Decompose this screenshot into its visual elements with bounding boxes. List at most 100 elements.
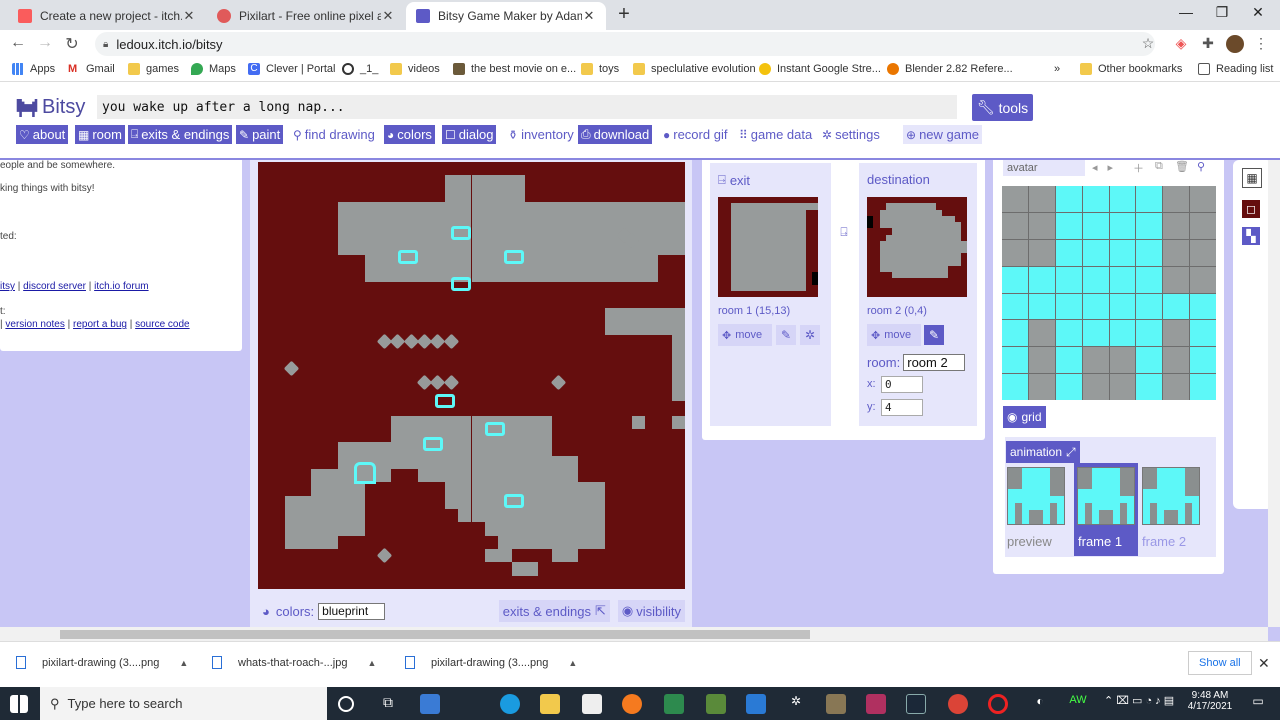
link-bitsy[interactable]: itsy [0,281,15,292]
paint-pixel[interactable] [1190,212,1216,239]
back-icon[interactable]: ← [8,34,28,52]
tool-download[interactable]: ⎙ download [578,125,653,144]
paint-pixel[interactable] [1028,239,1055,266]
bookmark-apps[interactable]: Apps [12,63,55,75]
paint-pixel[interactable] [1190,293,1216,320]
paint-pixel[interactable] [1136,266,1163,293]
bookmark-evolution[interactable]: speclulative evolution [633,63,756,75]
exits-endings-link[interactable]: exits & endings ⇱ [498,600,610,622]
paint-pixel[interactable] [1082,239,1109,266]
visibility-button[interactable]: ◉ visibility [617,600,685,622]
extension-icon[interactable]: ◈ [1172,35,1190,53]
destination-room-thumbnail[interactable] [867,197,967,297]
url-bar[interactable]: 🔒︎ ledoux.itch.io/bitsy [95,32,1155,56]
paint-pixel[interactable] [1055,347,1082,374]
bookmarks-more[interactable]: » [1054,63,1060,75]
chevron-up-icon[interactable]: ▲ [568,658,577,668]
drawing-name-input[interactable]: avatar [1003,160,1085,176]
paint-pixel[interactable] [1109,320,1136,347]
paint-pixel[interactable] [1082,374,1109,400]
file-explorer-icon[interactable] [540,694,560,714]
app-icon[interactable] [664,694,684,714]
show-all-button[interactable]: Show all [1188,651,1252,675]
app-icon[interactable] [420,694,440,714]
paint-pixel[interactable] [1082,347,1109,374]
swap-exit-icon[interactable]: ⍈ [834,222,854,242]
notification-icon[interactable]: ▭ [1248,694,1268,714]
bookmark-maps[interactable]: Maps [191,63,236,75]
minimize-icon[interactable]: — [1176,4,1196,20]
paint-pixel[interactable] [1109,212,1136,239]
paint-pixel[interactable] [1028,212,1055,239]
new-tab-button[interactable]: + [614,3,634,26]
tool-find-drawing[interactable]: ⚲ find drawing [290,125,378,144]
app-icon[interactable] [826,694,846,714]
frame-1[interactable] [1077,467,1135,525]
tab-pixilart[interactable]: Pixilart - Free online pixel art dra ✕ [207,2,405,30]
paint-canvas[interactable] [1002,186,1216,400]
paint-pixel[interactable] [1109,186,1136,212]
paint-pixel[interactable] [1002,320,1028,347]
paint-pixel[interactable] [1028,320,1055,347]
tool-about[interactable]: ♡ about [16,125,69,144]
duplicate-icon[interactable]: ⧉ [1155,160,1163,173]
paint-pixel[interactable] [1082,266,1109,293]
minecraft-icon[interactable] [706,694,726,714]
bookmark-1[interactable]: _1_ [342,63,378,75]
paint-pixel[interactable] [1136,347,1163,374]
paint-pixel[interactable] [1082,212,1109,239]
paint-pixel[interactable] [1136,186,1163,212]
tools-button[interactable]: 🔧︎ tools [972,94,1033,121]
tile-tool-icon[interactable]: ◻ [1242,200,1260,218]
exit-room-thumbnail[interactable] [718,197,818,297]
paint-pixel[interactable] [1136,212,1163,239]
tool-paint[interactable]: ✎ paint [236,125,284,144]
paint-pixel[interactable] [1190,374,1216,400]
paint-pixel[interactable] [1109,239,1136,266]
link-source-code[interactable]: source code [135,319,189,330]
bookmark-toys[interactable]: toys [581,63,619,75]
paint-pixel[interactable] [1055,293,1082,320]
tab-itch[interactable]: Create a new project - itch.io ✕ [8,2,206,30]
grid-toggle[interactable]: ◉ grid [1003,406,1046,428]
reading-list[interactable]: Reading list [1198,63,1273,75]
horizontal-scroll-thumb[interactable] [60,630,810,639]
exit-effect-icon[interactable]: ✲ [800,325,820,345]
paint-pixel[interactable] [1163,266,1190,293]
paint-pixel[interactable] [1002,186,1028,212]
palette-select[interactable]: blueprint [318,602,386,620]
mail-icon[interactable] [746,694,766,714]
star-icon[interactable]: ☆ [1139,35,1157,53]
new-game-button[interactable]: ⊕ new game [903,125,983,144]
puzzle-icon[interactable]: ✚ [1199,35,1217,53]
link-version-notes[interactable]: version notes [5,319,64,330]
paint-pixel[interactable] [1163,212,1190,239]
chevron-up-icon[interactable]: ▲ [367,658,376,668]
paint-pixel[interactable] [1190,266,1216,293]
paint-pixel[interactable] [1082,293,1109,320]
paint-pixel[interactable] [1002,212,1028,239]
add-icon[interactable]: ＋ [1133,160,1144,176]
paint-pixel[interactable] [1163,374,1190,400]
game-title-input[interactable]: you wake up after a long nap... [97,95,957,119]
bookmark-games[interactable]: games [128,63,179,75]
paint-pixel[interactable] [1163,293,1190,320]
app-icon[interactable]: ◐ [1030,694,1050,714]
dest-move-button[interactable]: ✥ move [867,324,921,346]
paint-pixel[interactable] [1109,374,1136,400]
bookmark-google-street[interactable]: Instant Google Stre... [759,63,881,75]
app-icon[interactable]: ✲ [786,694,806,714]
paint-pixel[interactable] [1028,186,1055,212]
app-icon[interactable]: AW [1068,694,1088,714]
close-window-icon[interactable]: ✕ [1248,4,1268,21]
tool-settings[interactable]: ✲ settings [819,125,883,144]
tool-game-data[interactable]: ⠿ game data [736,125,815,144]
link-report-bug[interactable]: report a bug [73,319,127,330]
firefox-icon[interactable] [622,694,642,714]
paint-pixel[interactable] [1109,293,1136,320]
cortana-icon[interactable] [338,696,354,712]
bookmark-videos[interactable]: videos [390,63,440,75]
paint-pixel[interactable] [1136,293,1163,320]
bookmark-other[interactable]: Other bookmarks [1080,63,1182,75]
paint-pixel[interactable] [1055,266,1082,293]
